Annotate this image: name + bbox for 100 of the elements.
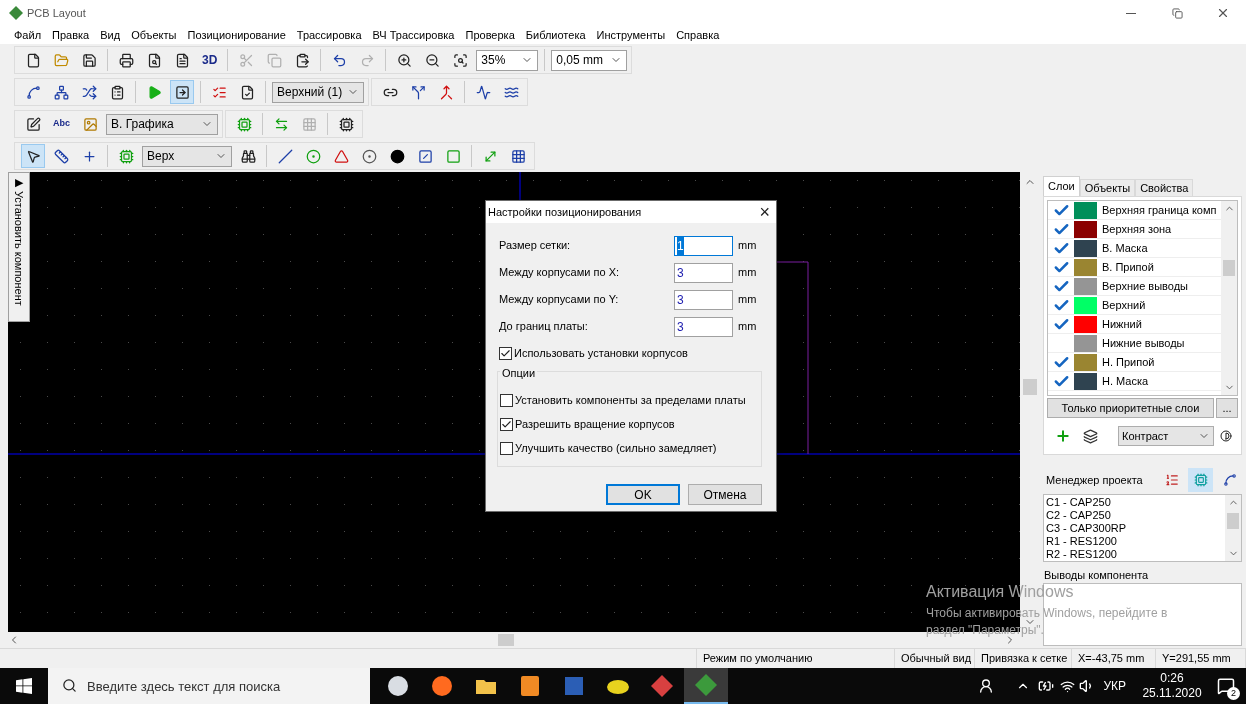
contrast-icon[interactable] — [1220, 430, 1232, 442]
people-icon[interactable] — [978, 678, 995, 694]
layer-row[interactable]: Верхняя граница комп — [1048, 201, 1221, 220]
contrast-dropdown[interactable]: Контраст — [1118, 426, 1214, 446]
dialog-button[interactable]: OK — [606, 484, 680, 505]
scroll-thumb[interactable] — [1223, 260, 1235, 276]
notification-icon[interactable] — [1217, 677, 1235, 695]
layer-name: Нижние выводы — [1102, 335, 1185, 351]
clipboard-icon — [109, 84, 125, 100]
crossing-tracks-icon — [81, 84, 97, 100]
menu-item[interactable]: Объекты — [131, 26, 177, 44]
binoculars-icon — [240, 148, 256, 164]
split-icon — [410, 84, 426, 100]
more-button[interactable]: ... — [1216, 398, 1238, 418]
vertical-scrollbar[interactable] — [1221, 201, 1237, 395]
wifi-icon[interactable] — [1060, 678, 1076, 694]
layer-name: Нижний — [1102, 316, 1142, 332]
layer-row[interactable]: Верхняя зона — [1048, 220, 1221, 239]
clock[interactable]: 0:26 25.11.2020 — [1142, 671, 1202, 701]
grid-icon — [301, 116, 317, 132]
window-title: PCB Layout — [27, 5, 87, 21]
language-indicator[interactable]: УКР — [1103, 677, 1126, 695]
section-title: Выводы компонента — [1043, 568, 1150, 581]
layer-row[interactable]: В. Припой — [1048, 258, 1221, 277]
layer-row[interactable]: Верхний — [1048, 296, 1221, 315]
dropdown[interactable]: 0,05 mm — [551, 49, 628, 71]
copy-icon — [266, 52, 282, 68]
menu-item[interactable]: Вид — [100, 26, 121, 44]
number-field[interactable]: 1 — [674, 235, 733, 256]
toolbar-button[interactable]: 3D — [198, 48, 222, 72]
layer-row[interactable]: Нижний — [1048, 315, 1221, 334]
checkbox-label: Использовать установки корпусов — [514, 345, 688, 361]
add-layer-icon[interactable] — [1055, 428, 1071, 444]
component-item[interactable]: C3 - CAP300RP — [1046, 522, 1225, 535]
component-item[interactable]: C1 - CAP250 — [1046, 496, 1225, 509]
vertical-scrollbar[interactable] — [1225, 495, 1241, 561]
search-icon — [62, 678, 77, 693]
chip-icon — [338, 116, 354, 132]
minimize-icon — [1126, 12, 1136, 14]
number-field[interactable]: 3 — [674, 262, 733, 283]
menu-item[interactable]: ВЧ Трассировка — [372, 26, 455, 44]
toolbar-button[interactable] — [170, 80, 194, 104]
dropdown[interactable]: 35% — [476, 49, 539, 71]
play-icon — [146, 84, 162, 100]
menu-item[interactable]: Библиотека — [525, 26, 586, 44]
layer-name: Верхние выводы — [1102, 278, 1188, 294]
view-toggle-button[interactable] — [1188, 468, 1213, 492]
menu-item[interactable]: Проверка — [465, 26, 515, 44]
panel-tab[interactable]: Объекты — [1079, 179, 1136, 196]
component-item[interactable]: R1 - RES1200 — [1046, 535, 1225, 548]
image-icon — [82, 116, 98, 132]
scroll-thumb[interactable] — [1023, 379, 1037, 395]
toolbar-button[interactable] — [21, 144, 45, 168]
layer-row[interactable]: Верхние выводы — [1048, 277, 1221, 296]
plus-icon — [81, 148, 97, 164]
diamond-icon — [651, 675, 673, 697]
checkbox[interactable] — [499, 346, 512, 360]
ruler-icon — [53, 148, 69, 164]
checkbox[interactable] — [500, 417, 513, 431]
panel-tab[interactable]: Свойства — [1135, 179, 1194, 196]
dialog-title: Настройки позиционирования — [488, 204, 642, 220]
component-item[interactable]: R2 - RES1200 — [1046, 548, 1225, 561]
side-tab[interactable]: ▶ Установить компонент — [8, 172, 30, 322]
layer-name: Верхняя зона — [1102, 221, 1172, 237]
dropdown[interactable]: Верхний (1) — [272, 81, 364, 103]
search-field[interactable]: Введите здесь текст для поиска — [48, 668, 370, 704]
checkbox[interactable] — [500, 393, 513, 407]
close-button[interactable]: × — [759, 203, 770, 221]
menu-item[interactable]: Правка — [52, 26, 90, 44]
section-title: Менеджер проекта — [1046, 472, 1144, 488]
menu-item[interactable]: Инструменты — [596, 26, 666, 44]
zoom-fit-icon — [452, 52, 468, 68]
file-check-icon — [239, 84, 255, 100]
dialog-button[interactable]: Отмена — [688, 484, 762, 505]
edit-icon — [25, 116, 41, 132]
scroll-thumb[interactable] — [1227, 513, 1239, 529]
layers-icon[interactable] — [1083, 428, 1098, 444]
number-field[interactable]: 3 — [674, 289, 733, 310]
dropdown[interactable]: В. Графика — [106, 113, 218, 135]
panel-tab[interactable]: Слои — [1043, 176, 1080, 196]
number-field[interactable]: 3 — [674, 316, 733, 337]
layer-row[interactable]: Нижние выводы — [1048, 334, 1221, 353]
layer-row[interactable]: В. Маска — [1048, 239, 1221, 258]
menu-item[interactable]: Трассировка — [296, 26, 362, 44]
toolbar-button[interactable]: Abc — [49, 112, 74, 136]
component-item[interactable]: C2 - CAP250 — [1046, 509, 1225, 522]
menu-item[interactable]: Файл — [14, 26, 42, 44]
windows-logo-icon — [16, 678, 32, 694]
layer-row[interactable]: Н. Припой — [1048, 353, 1221, 372]
layer-name: В. Припой — [1102, 259, 1154, 275]
dropdown[interactable]: Верх — [142, 145, 232, 167]
list-icon — [1164, 473, 1179, 487]
menu-item[interactable]: Справка — [676, 26, 720, 44]
priority-layers-button[interactable]: Только приоритетные слои — [1047, 398, 1214, 418]
battery-icon[interactable] — [1038, 678, 1055, 694]
scroll-thumb[interactable] — [498, 634, 514, 646]
layer-row[interactable]: Н. Маска — [1048, 372, 1221, 391]
menu-item[interactable]: Позиционирование — [187, 26, 286, 44]
checkbox[interactable] — [500, 441, 513, 455]
pad-icon — [305, 148, 321, 164]
